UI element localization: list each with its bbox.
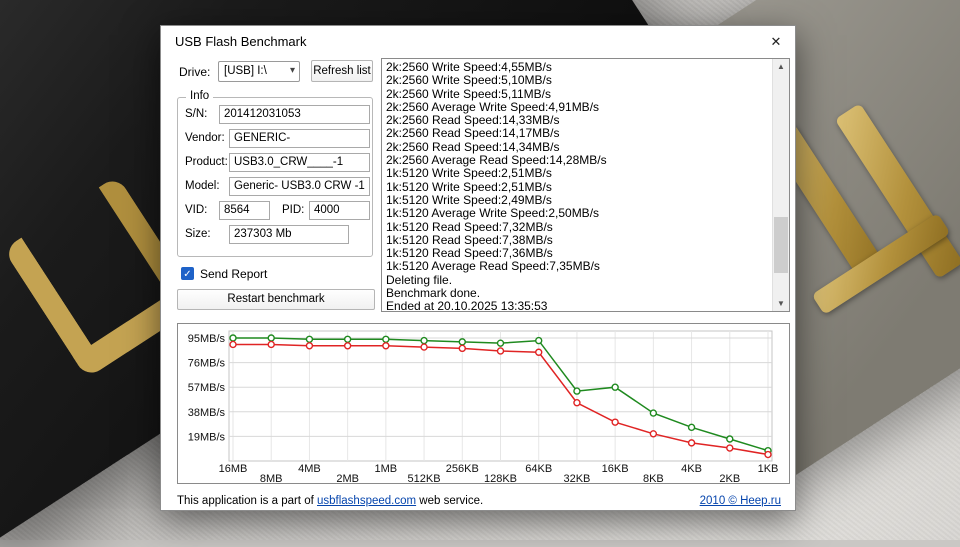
svg-text:16MB: 16MB — [219, 463, 248, 475]
svg-text:256KB: 256KB — [446, 463, 479, 475]
usbflashspeed-link[interactable]: usbflashspeed.com — [317, 495, 416, 507]
checkbox-checked-icon: ✓ — [181, 267, 194, 280]
log-line: 1k:5120 Write Speed:2,49MB/s — [386, 194, 769, 207]
svg-text:64KB: 64KB — [525, 463, 552, 475]
vid-label: VID: — [185, 204, 207, 216]
svg-text:38MB/s: 38MB/s — [188, 407, 226, 419]
info-groupbox: Info S/N: 201412031053 Vendor: GENERIC- … — [177, 97, 373, 257]
scroll-down-icon[interactable]: ▼ — [773, 296, 789, 311]
product-field[interactable]: USB3.0_CRW____-1 — [229, 153, 370, 172]
log-line: 1k:5120 Read Speed:7,38MB/s — [386, 234, 769, 247]
log-line: 2k:2560 Average Read Speed:14,28MB/s — [386, 154, 769, 167]
svg-text:32KB: 32KB — [563, 473, 590, 483]
log-line: 2k:2560 Read Speed:14,34MB/s — [386, 141, 769, 154]
refresh-list-button[interactable]: Refresh list — [311, 60, 373, 82]
svg-text:2KB: 2KB — [719, 473, 740, 483]
log-line: 1k:5120 Write Speed:2,51MB/s — [386, 181, 769, 194]
log-line: 2k:2560 Read Speed:14,17MB/s — [386, 127, 769, 140]
log-line: Deleting file. — [386, 274, 769, 287]
log-line: 2k:2560 Read Speed:14,33MB/s — [386, 114, 769, 127]
model-label: Model: — [185, 180, 220, 192]
log-line: 2k:2560 Write Speed:5,11MB/s — [386, 88, 769, 101]
size-label: Size: — [185, 228, 211, 240]
log-line: 1k:5120 Write Speed:2,51MB/s — [386, 167, 769, 180]
svg-text:16KB: 16KB — [602, 463, 629, 475]
close-button[interactable]: ✕ — [767, 33, 785, 51]
vid-field[interactable]: 8564 — [219, 201, 270, 220]
log-line: 1k:5120 Read Speed:7,32MB/s — [386, 221, 769, 234]
footer-text-suffix: web service. — [416, 495, 483, 507]
vendor-label: Vendor: — [185, 132, 225, 144]
scroll-up-icon[interactable]: ▲ — [773, 59, 789, 74]
svg-text:57MB/s: 57MB/s — [188, 382, 226, 394]
log-line: 2k:2560 Write Speed:4,55MB/s — [386, 61, 769, 74]
svg-text:8MB: 8MB — [260, 473, 283, 483]
footer: This application is a part of usbflashsp… — [177, 495, 781, 513]
info-legend: Info — [186, 90, 213, 102]
log-line: 1k:5120 Average Write Speed:2,50MB/s — [386, 207, 769, 220]
svg-text:4KB: 4KB — [681, 463, 702, 475]
svg-text:4MB: 4MB — [298, 463, 321, 475]
svg-text:76MB/s: 76MB/s — [188, 358, 226, 370]
titlebar: USB Flash Benchmark ✕ — [161, 26, 795, 56]
send-report-label: Send Report — [200, 267, 267, 281]
size-field[interactable]: 237303 Mb — [229, 225, 349, 244]
footer-text-prefix: This application is a part of — [177, 495, 317, 507]
svg-text:1KB: 1KB — [758, 463, 779, 475]
svg-text:512KB: 512KB — [408, 473, 441, 483]
chevron-down-icon: ▾ — [290, 65, 295, 76]
window-title: USB Flash Benchmark — [175, 34, 307, 49]
drive-label: Drive: — [179, 65, 210, 79]
log-scrollbar[interactable]: ▲ ▼ — [772, 59, 789, 311]
sn-field[interactable]: 201412031053 — [219, 105, 370, 124]
model-field[interactable]: Generic- USB3.0 CRW -1 — [229, 177, 370, 196]
usb-flash-benchmark-window: USB Flash Benchmark ✕ Drive: [USB] I:\ ▾… — [160, 25, 796, 511]
log-line: 1k:5120 Average Read Speed:7,35MB/s — [386, 260, 769, 273]
svg-text:128KB: 128KB — [484, 473, 517, 483]
heep-link[interactable]: 2010 © Heep.ru — [700, 495, 781, 507]
chart-panel: 95MB/s 76MB/s 57MB/s 38MB/s 19MB/s 16MB 8MB 4MB… — [177, 323, 790, 484]
log-line: 2k:2560 Average Write Speed:4,91MB/s — [386, 101, 769, 114]
svg-text:8KB: 8KB — [643, 473, 664, 483]
pid-label: PID: — [282, 204, 304, 216]
log-line: Benchmark done. — [386, 287, 769, 300]
drive-selected-value: [USB] I:\ — [224, 65, 267, 77]
svg-text:2MB: 2MB — [336, 473, 359, 483]
restart-benchmark-button[interactable]: Restart benchmark — [177, 289, 375, 310]
svg-text:1MB: 1MB — [375, 463, 398, 475]
log-line: Ended at 20.10.2025 13:35:53 — [386, 300, 769, 312]
benchmark-chart: 95MB/s 76MB/s 57MB/s 38MB/s 19MB/s 16MB 8MB 4MB… — [178, 324, 789, 483]
log-lines: 2k:2560 Write Speed:4,55MB/s2k:2560 Writ… — [386, 61, 769, 312]
product-label: Product: — [185, 156, 228, 168]
log-output[interactable]: 2k:2560 Write Speed:4,55MB/s2k:2560 Writ… — [381, 58, 790, 312]
sn-label: S/N: — [185, 108, 207, 120]
svg-text:19MB/s: 19MB/s — [188, 431, 226, 443]
drive-select[interactable]: [USB] I:\ ▾ — [218, 61, 300, 82]
close-icon: ✕ — [771, 34, 782, 49]
pid-field[interactable]: 4000 — [309, 201, 370, 220]
scrollbar-thumb[interactable] — [774, 217, 788, 273]
vendor-field[interactable]: GENERIC- — [229, 129, 370, 148]
log-line: 2k:2560 Write Speed:5,10MB/s — [386, 74, 769, 87]
log-line: 1k:5120 Read Speed:7,36MB/s — [386, 247, 769, 260]
svg-text:95MB/s: 95MB/s — [188, 333, 226, 345]
